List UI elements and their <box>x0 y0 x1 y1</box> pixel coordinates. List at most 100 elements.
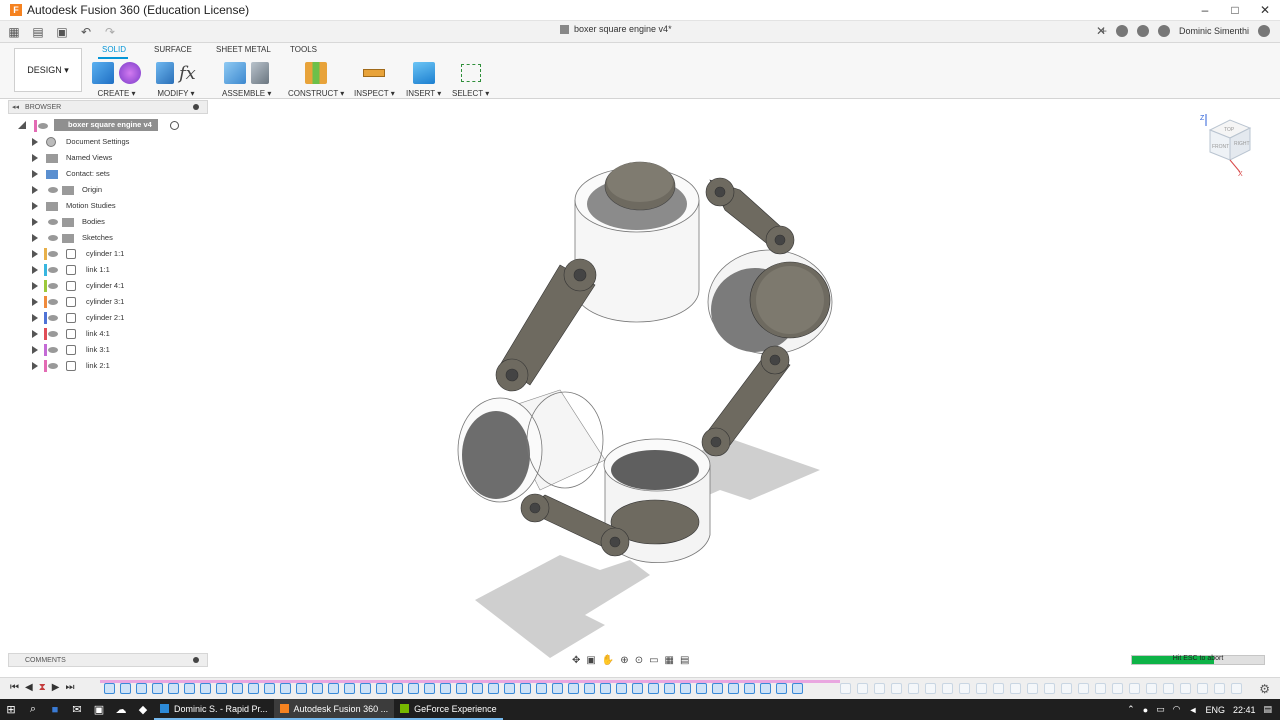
timeline-feature-marker[interactable] <box>120 683 131 694</box>
windows-start-icon[interactable]: ⊞ <box>0 699 22 720</box>
timeline-feature-marker[interactable] <box>200 683 211 694</box>
document-tab[interactable]: boxer square engine v4* <box>560 24 672 34</box>
new-tab-plus-icon[interactable]: + <box>1100 24 1107 38</box>
expand-arrow-icon[interactable] <box>32 138 38 146</box>
pan-hand-icon[interactable]: ✋ <box>602 655 614 666</box>
workspace-switcher[interactable]: DESIGN ▾ <box>14 48 82 92</box>
save-icon[interactable]: ▣ <box>52 23 72 41</box>
timeline-feature-marker[interactable] <box>680 683 691 694</box>
expand-arrow-icon[interactable] <box>32 282 38 290</box>
visibility-eye-icon[interactable] <box>48 267 58 273</box>
notifications-icon[interactable] <box>1136 25 1149 37</box>
view-cube[interactable]: Z X TOP FRONT RIGHT <box>1200 112 1262 178</box>
timeline-suppressed-marker[interactable] <box>1163 683 1174 694</box>
browser-root-row[interactable]: boxer square engine v4 <box>8 118 208 134</box>
clock[interactable]: 22:41 <box>1233 705 1256 715</box>
browser-item[interactable]: Contact: sets <box>8 166 208 182</box>
visibility-eye-icon[interactable] <box>48 347 58 353</box>
timeline-feature-marker[interactable] <box>712 683 723 694</box>
look-at-icon[interactable]: ▣ <box>586 655 595 666</box>
joint-icon[interactable] <box>251 62 270 84</box>
model-viewport[interactable] <box>420 150 860 660</box>
tray-chevron-icon[interactable]: ⌃ <box>1127 704 1135 715</box>
store-icon[interactable]: ▣ <box>88 699 110 720</box>
create-form-icon[interactable] <box>119 62 141 84</box>
browser-item[interactable]: cylinder 2:1 <box>8 310 208 326</box>
timeline-feature-marker[interactable] <box>792 683 803 694</box>
insert-image-icon[interactable] <box>412 62 435 84</box>
timeline-forward-icon[interactable]: ▶ <box>52 682 60 693</box>
timeline-feature-marker[interactable] <box>568 683 579 694</box>
timeline-suppressed-marker[interactable] <box>1027 683 1038 694</box>
browser-item[interactable]: cylinder 1:1 <box>8 246 208 262</box>
browser-pin-icon[interactable] <box>193 104 199 110</box>
battery-icon[interactable]: ▭ <box>1156 704 1165 715</box>
timeline-feature-marker[interactable] <box>552 683 563 694</box>
expand-arrow-icon[interactable] <box>32 266 38 274</box>
data-panel-grid-icon[interactable]: ▦ <box>4 23 24 41</box>
assemble-menu[interactable]: ASSEMBLE ▾ <box>222 89 271 98</box>
browser-item[interactable]: Named Views <box>8 150 208 166</box>
job-status-icon[interactable] <box>1115 25 1128 37</box>
timeline-suppressed-marker[interactable] <box>1197 683 1208 694</box>
timeline-feature-marker[interactable] <box>264 683 275 694</box>
root-visibility-eye-icon[interactable] <box>38 123 48 129</box>
comments-panel[interactable]: COMMENTS <box>8 653 208 667</box>
microphone-icon[interactable]: ● <box>1143 705 1148 715</box>
orbit-icon[interactable]: ✥ <box>572 655 580 666</box>
dropbox-icon[interactable]: ◆ <box>132 699 154 720</box>
timeline-feature-marker[interactable] <box>168 683 179 694</box>
timeline-feature-marker[interactable] <box>360 683 371 694</box>
help-icon[interactable] <box>1157 25 1170 37</box>
timeline-feature-marker[interactable] <box>696 683 707 694</box>
timeline-suppressed-marker[interactable] <box>1180 683 1191 694</box>
browser-item[interactable]: link 4:1 <box>8 326 208 342</box>
measure-icon[interactable] <box>363 69 386 77</box>
timeline-suppressed-marker[interactable] <box>959 683 970 694</box>
timeline-suppressed-marker[interactable] <box>1129 683 1140 694</box>
construct-menu[interactable]: CONSTRUCT ▾ <box>288 89 344 98</box>
timeline-feature-marker[interactable] <box>760 683 771 694</box>
expand-arrow-icon[interactable] <box>32 298 38 306</box>
timeline-back-icon[interactable]: ◀ <box>25 682 33 693</box>
browser-item[interactable]: cylinder 3:1 <box>8 294 208 310</box>
timeline-suppressed-marker[interactable] <box>1044 683 1055 694</box>
expand-arrow-icon[interactable] <box>32 218 38 226</box>
visibility-eye-icon[interactable] <box>48 299 58 305</box>
timeline-suppressed-marker[interactable] <box>976 683 987 694</box>
timeline-suppressed-marker[interactable] <box>908 683 919 694</box>
timeline-feature-marker[interactable] <box>312 683 323 694</box>
comments-pin-icon[interactable] <box>193 657 199 663</box>
expand-arrow-icon[interactable] <box>32 186 38 194</box>
visibility-eye-icon[interactable] <box>48 219 58 225</box>
timeline-end-icon[interactable]: ⏭ <box>65 682 74 693</box>
timeline-feature-marker[interactable] <box>184 683 195 694</box>
modify-menu[interactable]: MODIFY ▾ <box>157 89 194 98</box>
search-icon[interactable]: ⌕ <box>22 699 44 720</box>
new-component-icon[interactable] <box>92 62 114 84</box>
timeline-feature-marker[interactable] <box>664 683 675 694</box>
timeline-feature-marker[interactable] <box>488 683 499 694</box>
expand-root-icon[interactable] <box>18 121 26 129</box>
browser-item[interactable]: link 1:1 <box>8 262 208 278</box>
tab-surface[interactable]: SURFACE <box>154 45 192 54</box>
expand-arrow-icon[interactable] <box>32 330 38 338</box>
mail-icon[interactable]: ✉ <box>66 699 88 720</box>
insert-menu[interactable]: INSERT ▾ <box>406 89 441 98</box>
visibility-eye-icon[interactable] <box>48 331 58 337</box>
zoom-icon[interactable]: ⊕ <box>620 655 628 666</box>
onedrive-icon[interactable]: ☁ <box>110 699 132 720</box>
timeline-suppressed-marker[interactable] <box>1010 683 1021 694</box>
timeline-feature-marker[interactable] <box>536 683 547 694</box>
timeline-feature-marker[interactable] <box>632 683 643 694</box>
file-menu-icon[interactable]: ▤ <box>28 23 48 41</box>
offset-plane-icon[interactable] <box>305 62 328 84</box>
timeline-suppressed-marker[interactable] <box>840 683 851 694</box>
timeline-feature-marker[interactable] <box>584 683 595 694</box>
expand-arrow-icon[interactable] <box>32 314 38 322</box>
parameters-fx-icon[interactable]: fx <box>179 63 196 84</box>
timeline-settings-gear-icon[interactable]: ⚙ <box>1259 682 1270 696</box>
tab-sheet-metal[interactable]: SHEET METAL <box>216 45 271 54</box>
timeline-suppressed-marker[interactable] <box>1214 683 1225 694</box>
taskbar-app[interactable]: Autodesk Fusion 360 ... <box>273 699 395 720</box>
